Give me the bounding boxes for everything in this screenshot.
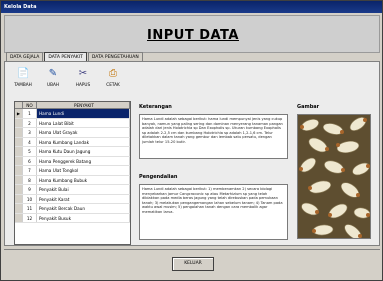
keterangan-label: Keterangan — [139, 104, 172, 110]
cell-no: 3 — [23, 128, 37, 137]
row-indicator — [15, 166, 23, 175]
cell-no: 5 — [23, 147, 37, 156]
cell-no: 12 — [23, 213, 37, 222]
page-title: INPUT DATA — [147, 28, 239, 43]
table-row[interactable]: 7 Hama Ulat Tongkol — [15, 166, 130, 176]
table-row[interactable]: 3 Hama Ulat Grayak — [15, 128, 130, 138]
cell-penyakit: Hama Ulat Tongkol — [37, 166, 130, 175]
toolbar: 📄 TAMBAH ✎ UBAH ✂ HAPUS ⎙ CETAK — [9, 66, 129, 93]
cell-no: 6 — [23, 156, 37, 165]
edit-button-label: UBAH — [47, 82, 59, 87]
cell-no: 7 — [23, 166, 37, 175]
row-indicator — [15, 194, 23, 203]
table-row[interactable]: 12 Penyakit Busuk — [15, 213, 130, 223]
delete-icon: ✂ — [78, 68, 88, 79]
row-indicator-header — [15, 102, 23, 108]
cell-no: 9 — [23, 185, 37, 194]
print-icon: ⎙ — [109, 68, 117, 79]
row-indicator — [15, 128, 23, 137]
cell-penyakit: Hama Ulat Grayak — [37, 128, 130, 137]
row-indicator — [15, 175, 23, 184]
window-title: Kelola Data — [1, 1, 382, 13]
main-window: Kelola Data INPUT DATA DATA GEJALA DATA … — [0, 0, 383, 281]
table-row[interactable]: 10 Penyakit Karat — [15, 194, 130, 204]
penyakit-table[interactable]: NO PENYAKIT ▶ 1 Hama Lundi 2 Hama Lalat Bibi… — [14, 101, 131, 245]
pest-photo-graphic — [298, 115, 370, 238]
cell-penyakit: Hama Kutu Daun Jagung — [37, 147, 130, 156]
add-icon: 📄 — [17, 68, 30, 79]
delete-button[interactable]: ✂ HAPUS — [69, 66, 97, 93]
table-row[interactable]: 9 Penyakit Bulai — [15, 185, 130, 195]
table-header: NO PENYAKIT — [15, 102, 130, 109]
delete-button-label: HAPUS — [75, 82, 91, 87]
table-row[interactable]: 11 Penyakit Bercak Daun — [15, 204, 130, 214]
row-indicator — [15, 118, 23, 127]
cell-penyakit: Penyakit Karat — [37, 194, 130, 203]
pengendalian-textarea[interactable]: Hama Lundi adalah sebagai berikut: 1) me… — [139, 184, 288, 240]
table-row[interactable]: ▶ 1 Hama Lundi — [15, 109, 130, 119]
cell-penyakit: Hama Lundi — [37, 109, 130, 118]
row-indicator — [15, 185, 23, 194]
add-button-label: TAMBAH — [14, 82, 32, 87]
cell-penyakit: Hama Lalat Bibit — [37, 118, 130, 127]
cell-penyakit: Hama Kumbang Landak — [37, 137, 130, 146]
gambar-label: Gambar — [297, 104, 320, 110]
cell-penyakit: Penyakit Busuk — [37, 213, 130, 222]
print-button[interactable]: ⎙ CETAK — [99, 66, 127, 93]
table-row[interactable]: 4 Hama Kumbang Landak — [15, 137, 130, 147]
table-body: ▶ 1 Hama Lundi 2 Hama Lalat Bibit 3 Hama Ulat … — [15, 109, 130, 223]
column-header-no[interactable]: NO — [23, 102, 37, 108]
cell-penyakit: Hama Kumbang Bubuk — [37, 175, 130, 184]
row-indicator — [15, 147, 23, 156]
table-row[interactable]: 6 Hama Penggerek Batang — [15, 156, 130, 166]
row-indicator — [15, 213, 23, 222]
keterangan-textarea[interactable]: Hama Lundi adalah sebagai berikut: hama … — [139, 114, 288, 159]
keluar-button[interactable]: KELUAR — [172, 257, 214, 271]
edit-button[interactable]: ✎ UBAH — [39, 66, 67, 93]
table-row[interactable]: 8 Hama Kumbang Bubuk — [15, 175, 130, 185]
cell-no: 1 — [23, 109, 37, 118]
cell-penyakit: Penyakit Bulai — [37, 185, 130, 194]
cell-penyakit: Hama Penggerek Batang — [37, 156, 130, 165]
row-indicator — [15, 137, 23, 146]
print-button-label: CETAK — [106, 82, 120, 87]
cell-no: 2 — [23, 118, 37, 127]
column-header-penyakit[interactable]: PENYAKIT — [37, 102, 130, 108]
edit-icon: ✎ — [48, 68, 58, 79]
cell-no: 10 — [23, 194, 37, 203]
row-indicator — [15, 204, 23, 213]
table-row[interactable]: 5 Hama Kutu Daun Jagung — [15, 147, 130, 157]
row-indicator — [15, 156, 23, 165]
pest-image — [297, 114, 371, 239]
pengendalian-label: Pengendalian — [139, 174, 178, 180]
add-button[interactable]: 📄 TAMBAH — [9, 66, 37, 93]
row-pointer-icon: ▶ — [15, 109, 23, 118]
cell-no: 8 — [23, 175, 37, 184]
table-row[interactable]: 2 Hama Lalat Bibit — [15, 118, 130, 128]
cell-penyakit: Penyakit Bercak Daun — [37, 204, 130, 213]
header-frame: INPUT DATA — [4, 15, 380, 53]
cell-no: 11 — [23, 204, 37, 213]
cell-no: 4 — [23, 137, 37, 146]
